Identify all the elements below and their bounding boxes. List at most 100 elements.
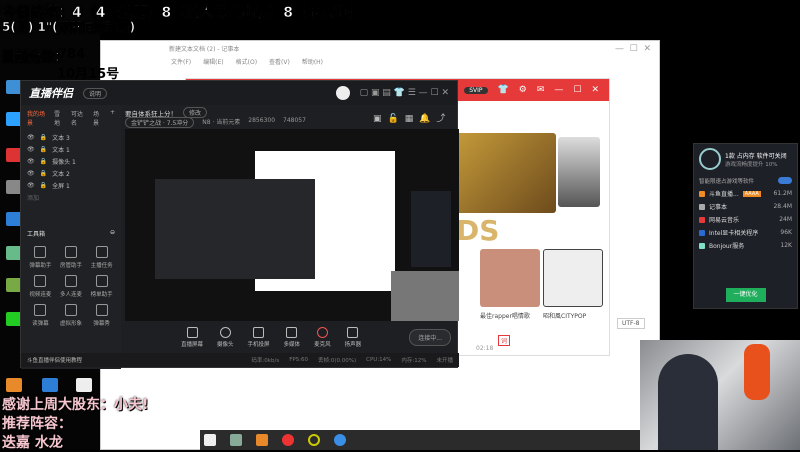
settings-icon[interactable]: ⚙ (519, 85, 527, 95)
preview-popup (411, 191, 451, 267)
streamer-figure (658, 354, 718, 450)
process-item[interactable]: Bonjour服务 12K (699, 239, 792, 252)
category-pill[interactable]: 金铲铲之战 · 7.5冲分 (125, 117, 195, 128)
menu-help[interactable]: 帮助(H) (302, 57, 323, 66)
eye-icon[interactable]: 👁 (27, 146, 35, 153)
notepad-taskbar-icon[interactable] (204, 434, 216, 446)
tab-2[interactable]: 雪地 (54, 109, 64, 127)
recommend-label: 推荐阵容： (2, 416, 72, 432)
window-controls[interactable]: — ☐ ✕ (615, 44, 651, 54)
geforce-taskbar-icon[interactable] (308, 434, 320, 446)
tab-3[interactable]: 可达名 (71, 109, 86, 127)
layer-item[interactable]: 👁 🔒 文本 3 (21, 131, 121, 143)
tool-item[interactable]: 房管助手 (56, 246, 87, 269)
menu-edit[interactable]: 编辑(E) (203, 57, 223, 66)
layer-item[interactable]: 👁 🔒 文本 2 (21, 167, 121, 179)
lock-icon[interactable]: 🔒 (40, 146, 47, 153)
netease-taskbar-icon[interactable] (282, 434, 294, 446)
toggle-label: 智能限速占游戏等软件 (699, 178, 755, 185)
title-icons[interactable]: ▢ ▣ ▤ 👕 ☰ — ☐ ✕ (360, 88, 449, 98)
tool-item[interactable]: 弹幕助手 (25, 246, 56, 269)
song-title-2[interactable]: 昭和風CITYPOP (543, 311, 586, 320)
tool-item[interactable]: 虚拟形象 (56, 304, 87, 327)
streaming-app-window: 直播伴侣 说明 ▢ ▣ ▤ 👕 ☰ — ☐ ✕ 我的场景 雪地 可达名 场景 +… (20, 80, 459, 369)
add-scene-icon[interactable]: + (110, 109, 115, 127)
fans-count: 748057 (283, 117, 306, 124)
screen-capture-button[interactable]: 直播屏幕 (181, 326, 203, 348)
process-item[interactable]: Intel显卡相关程序 96K (699, 226, 792, 239)
preview-webcam (391, 271, 459, 321)
douyu-taskbar-icon[interactable] (256, 434, 268, 446)
app-icon[interactable] (42, 378, 58, 392)
tool-item[interactable]: 多人连麦 (56, 275, 87, 298)
process-item[interactable]: 记事本 28.4M (699, 200, 792, 213)
song-card-1[interactable] (480, 249, 540, 307)
close-icon[interactable]: ✕ (591, 85, 599, 95)
lyric-button[interactable]: 词 (498, 335, 511, 346)
lock-icon[interactable]: 🔒 (40, 158, 47, 165)
menu-format[interactable]: 格式(O) (236, 57, 257, 66)
minimize-icon[interactable]: — (554, 85, 563, 95)
start-live-button[interactable]: 连接中... (409, 328, 451, 346)
lock-icon[interactable]: 🔒 (40, 170, 47, 177)
tab-4[interactable]: 场景 (93, 109, 103, 127)
score-value: 784 (58, 47, 86, 62)
record-line-2: 5(满) 1"(双麻厄斐琉斯) (2, 20, 136, 35)
webcam-feed (640, 340, 800, 450)
avatar[interactable] (335, 86, 350, 100)
status-bar: 斗鱼直播伴侣使用教程 码率:0kb/s FPS:60 丢帧:0(0.00%) C… (21, 353, 459, 367)
tab-my-scene[interactable]: 我的场景 (27, 109, 47, 127)
layer-item[interactable]: 👁 🔒 文本 1 (21, 143, 121, 155)
popup-title: 1款 占内存 软件可关闭 (725, 152, 787, 160)
toolbox-title: 工具箱 (27, 231, 46, 238)
toolbox-more-icon[interactable]: ⊖ (110, 229, 115, 238)
tool-item[interactable]: 视频连麦 (25, 275, 56, 298)
microphone-button[interactable]: 麦克风 (314, 326, 331, 348)
layer-item[interactable]: 👁 🔒 摄像头 1 (21, 155, 121, 167)
tool-item[interactable]: 主播任务 (86, 246, 117, 269)
edge-taskbar-icon[interactable] (334, 434, 346, 446)
tutorial-link[interactable]: 斗鱼直播伴侣使用教程 (27, 356, 82, 364)
maximize-icon[interactable]: ☐ (573, 85, 581, 95)
album-banner[interactable] (456, 133, 556, 213)
layer-item[interactable]: 👁 🔒 全屏 1 (21, 179, 121, 191)
tool-item[interactable]: 弹幕秀 (86, 304, 117, 327)
mannequin (744, 344, 770, 400)
phone-cast-button[interactable]: 手机投屏 (248, 326, 270, 348)
cpu: CPU:14% (366, 357, 392, 363)
app-taskbar-icon[interactable] (230, 434, 242, 446)
mail-icon[interactable]: ✉ (537, 85, 545, 95)
lock-icon[interactable]: 🔒 (40, 182, 47, 189)
media-button[interactable]: 多媒体 (284, 326, 300, 348)
add-layer[interactable]: 添加 (21, 191, 121, 203)
info-pill[interactable]: 说明 (83, 87, 108, 99)
eye-icon[interactable]: 👁 (27, 170, 35, 177)
eye-icon[interactable]: 👁 (27, 182, 35, 189)
album-cover[interactable] (558, 137, 600, 207)
file-icon[interactable] (76, 378, 92, 392)
optimize-button[interactable]: 一键优化 (725, 288, 766, 302)
process-item[interactable]: 网易云音乐 24M (699, 213, 792, 226)
eye-icon[interactable]: 👁 (27, 158, 35, 165)
encoding-label: UTF-8 (617, 318, 645, 329)
menu-view[interactable]: 查看(V) (269, 57, 290, 66)
lock-icon[interactable]: 🔒 (40, 134, 47, 141)
tool-item[interactable]: 榜单助手 (86, 275, 117, 298)
speed-limit-toggle[interactable] (778, 177, 792, 184)
tool-item[interactable]: 读弹幕 (25, 304, 56, 327)
action-icons[interactable]: ▣🔓▦🔔⤴ (373, 111, 451, 124)
app-logo: 直播伴侣 (29, 87, 73, 100)
eye-icon[interactable]: 👁 (27, 134, 35, 141)
menu-file[interactable]: 文件(F) (171, 57, 191, 66)
song-title-1[interactable]: 最佳rapper唱情歌 (480, 311, 530, 320)
process-item[interactable]: 斗鱼直播... AAAA 61.2M (699, 187, 792, 200)
camera-button[interactable]: 摄像头 (217, 326, 234, 348)
bitrate: 码率:0kb/s (251, 358, 280, 364)
skin-icon[interactable]: 👕 (498, 85, 509, 95)
douyu-icon[interactable] (6, 378, 22, 392)
live-state: 未开播 (436, 358, 453, 364)
speaker-button[interactable]: 扬声器 (345, 326, 361, 348)
preview-app (155, 179, 315, 279)
song-card-2[interactable] (543, 249, 603, 307)
svip-badge: SVIP (464, 86, 488, 94)
